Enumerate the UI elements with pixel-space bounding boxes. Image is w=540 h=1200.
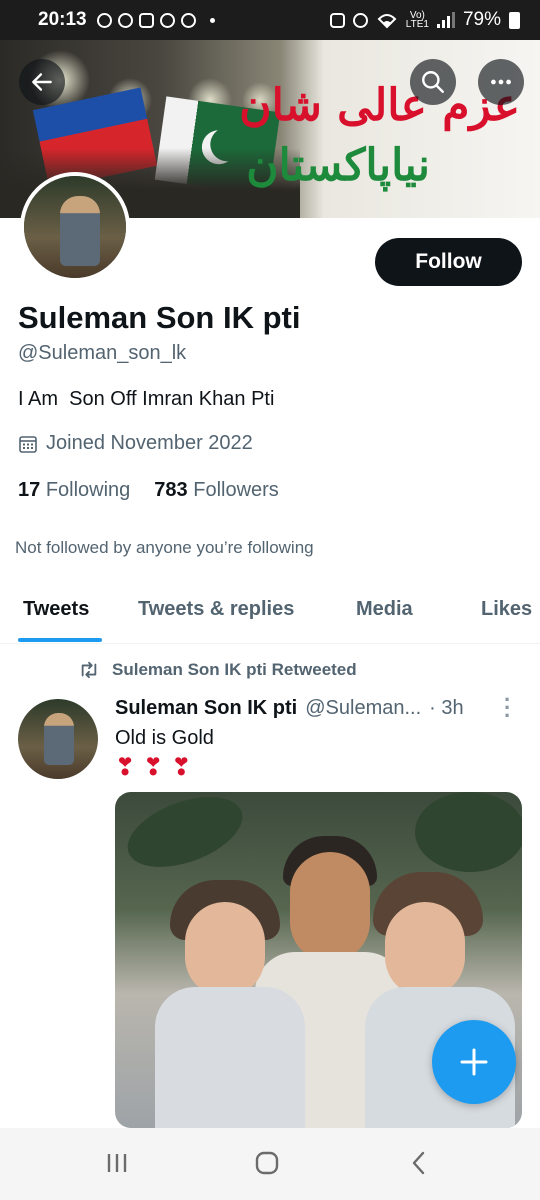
retweet-icon	[81, 661, 97, 679]
profile-avatar[interactable]	[20, 172, 130, 282]
joined-text: Joined November 2022	[46, 432, 253, 454]
tweet-avatar[interactable]	[18, 699, 98, 779]
tweet-author-handle[interactable]: @Suleman...	[305, 697, 421, 720]
snapchat-icon	[159, 12, 175, 28]
battery-percent: 79%	[462, 9, 501, 30]
search-icon	[422, 71, 444, 93]
retweet-context: Suleman Son IK pti Retweeted	[78, 660, 357, 680]
tab-tweets-replies[interactable]: Tweets & replies	[138, 598, 294, 621]
photo-leaf	[415, 792, 522, 872]
avatar-figure	[60, 196, 100, 266]
status-bar: 20:13 Vo) LTE1 79%	[0, 0, 540, 40]
back-button[interactable]	[19, 59, 65, 105]
app-icon	[180, 12, 196, 28]
battery-icon	[509, 11, 520, 29]
more-button[interactable]	[478, 59, 524, 105]
following-label: Following	[45, 479, 131, 501]
profile-handle: @Suleman_son_lk	[18, 342, 187, 364]
profile-bio: I Am Son Off Imran Khan Pti	[18, 388, 275, 410]
photo-child-left-body	[155, 987, 305, 1128]
status-time: 20:13	[38, 9, 87, 30]
tweet-header: Suleman Son IK pti @Suleman... · 3h	[115, 697, 464, 720]
active-tab-indicator	[18, 638, 102, 642]
follow-stats: 17 Following 783 Followers	[18, 479, 279, 502]
avatar-figure	[44, 713, 74, 765]
signal-icon	[436, 12, 455, 28]
more-notifications-dot	[209, 17, 215, 23]
followers-link[interactable]: 783 Followers	[154, 479, 279, 502]
tab-likes[interactable]: Likes	[481, 598, 532, 621]
follow-button[interactable]: Follow	[375, 238, 522, 286]
tweet-more-icon[interactable]: · · ·	[504, 689, 511, 727]
plus-icon	[460, 1048, 488, 1076]
banner-urdu-line-2: نیاپاکستان	[246, 140, 430, 191]
not-followed-note: Not followed by anyone you’re following	[15, 538, 314, 557]
system-nav-bar	[0, 1128, 540, 1200]
app-icon	[117, 12, 133, 28]
more-icon	[491, 79, 511, 85]
wifi-icon	[377, 14, 397, 29]
tweet-time: · 3h	[429, 697, 464, 719]
followers-label: Followers	[193, 479, 279, 501]
recents-icon[interactable]	[104, 1150, 130, 1176]
search-button[interactable]	[410, 59, 456, 105]
photo-child-right-face	[385, 902, 465, 997]
volte-indicator: Vo) LTE1	[405, 11, 429, 30]
tweet-text: Old is Gold	[115, 727, 214, 749]
arrow-left-icon	[32, 73, 52, 91]
photo-man-face	[290, 852, 370, 962]
calendar-icon	[19, 435, 37, 453]
notification-icons	[96, 12, 215, 28]
alarm-icon	[352, 12, 368, 28]
photo-child-left-face	[185, 902, 265, 997]
recycle-icon	[329, 12, 345, 28]
lte-text: LTE1	[405, 19, 429, 30]
photo-leaf	[118, 792, 252, 881]
following-link[interactable]: 17 Following	[18, 479, 130, 502]
followers-count: 783	[154, 479, 188, 501]
snapchat-icon	[96, 12, 112, 28]
back-nav-icon[interactable]	[406, 1150, 432, 1176]
instagram-icon	[138, 12, 154, 28]
tweet-emojis: ❣❣❣	[115, 754, 200, 781]
system-icons: Vo) LTE1 79%	[329, 9, 520, 31]
profile-tabs: Tweets Tweets & replies Media Likes	[0, 580, 540, 644]
compose-tweet-button[interactable]	[432, 1020, 516, 1104]
profile-name: Suleman Son IK pti	[18, 300, 301, 335]
tweet-author-name[interactable]: Suleman Son IK pti	[115, 697, 297, 720]
home-icon[interactable]	[254, 1150, 280, 1176]
joined-date: Joined November 2022	[18, 432, 253, 455]
tab-tweets[interactable]: Tweets	[23, 598, 89, 621]
following-count: 17	[18, 479, 41, 501]
retweet-label[interactable]: Suleman Son IK pti Retweeted	[112, 660, 357, 680]
tab-media[interactable]: Media	[356, 598, 413, 621]
